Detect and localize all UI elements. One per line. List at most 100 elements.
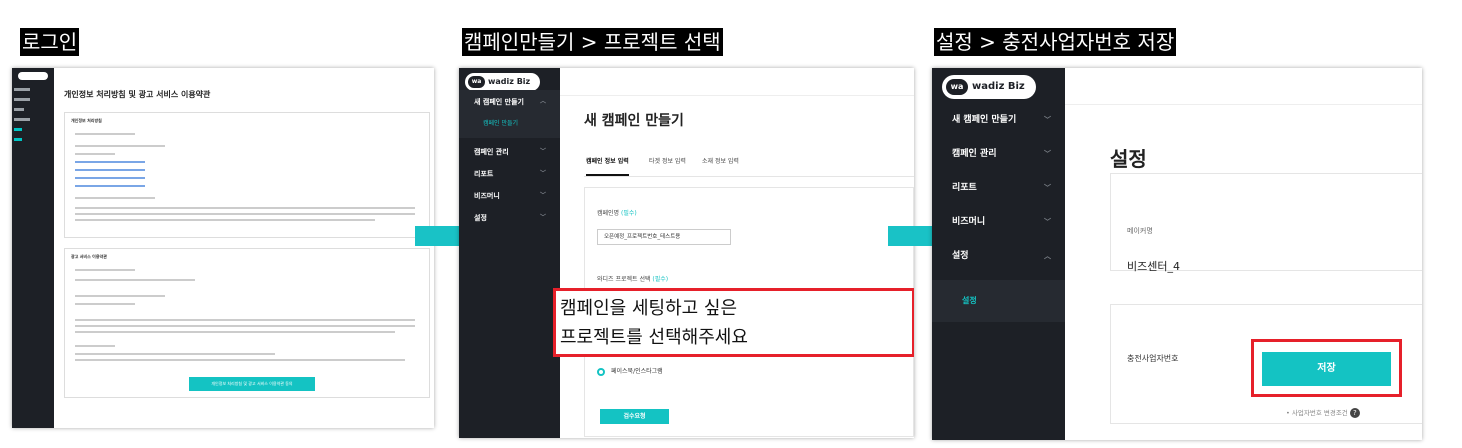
logo-mark: wa bbox=[946, 79, 968, 95]
bizno-label: 충전사업자번호 bbox=[1127, 354, 1179, 363]
step-title-settings: 설정 > 충전사업자번호 저장 bbox=[934, 28, 1177, 56]
sidebar-item-report[interactable]: 리포트 ﹀ bbox=[932, 172, 1065, 204]
privacy-policy-box: 개인정보 처리방침 bbox=[64, 112, 430, 238]
text-line bbox=[75, 213, 415, 215]
sidebar-item-label: 새 캠페인 만들기 bbox=[952, 115, 1017, 125]
tab-target-info[interactable]: 타겟 정보 입력 bbox=[649, 156, 686, 165]
text-line bbox=[75, 197, 155, 199]
sidebar-item-label: 리포트 bbox=[474, 170, 494, 178]
logo bbox=[18, 72, 48, 80]
maker-value: 비즈센터_4 bbox=[1127, 260, 1180, 273]
callout-line: 프로젝트를 선택해주세요 bbox=[560, 327, 748, 348]
sidebar-item[interactable] bbox=[14, 128, 22, 131]
sidebar-item[interactable] bbox=[14, 118, 30, 121]
ad-terms-box: 광고 서비스 이용약관 bbox=[64, 248, 430, 398]
top-bar bbox=[560, 68, 914, 96]
sidebar-item-label: 설정 bbox=[474, 214, 487, 222]
sidebar-subitem-create[interactable]: 캠페인 만들기 bbox=[459, 110, 560, 138]
sidebar-item-label: 새 캠페인 만들기 bbox=[474, 98, 524, 106]
help-icon[interactable]: ? bbox=[1349, 408, 1360, 418]
text-line bbox=[75, 353, 275, 355]
sidebar-item-label: 설정 bbox=[952, 251, 969, 261]
radio-facebook-instagram[interactable] bbox=[597, 368, 605, 376]
label-text: 캠페인명 bbox=[597, 210, 620, 217]
text-line bbox=[75, 219, 375, 221]
logo-mark: wa bbox=[468, 76, 485, 88]
text-line bbox=[75, 319, 415, 321]
sidebar-item-bizmoney[interactable]: 비즈머니 ﹀ bbox=[459, 184, 560, 208]
policy-link[interactable] bbox=[75, 161, 145, 163]
instruction-callout: 캠페인을 세팅하고 싶은 프로젝트를 선택해주세요 bbox=[553, 288, 914, 357]
campaign-name-input[interactable]: 오픈예정_프로젝트번호_테스트용 bbox=[597, 229, 731, 245]
sidebar-item[interactable] bbox=[14, 88, 30, 91]
sidebar-item-settings[interactable]: 설정 ﹀ bbox=[459, 206, 560, 230]
sidebar-item-label: 비즈머니 bbox=[952, 217, 986, 227]
text-line bbox=[75, 145, 165, 147]
text-line bbox=[75, 279, 195, 281]
chevron-down-icon: ﹀ bbox=[539, 170, 546, 177]
maker-card bbox=[1110, 173, 1422, 271]
section-title: 광고 서비스 이용약관 bbox=[71, 254, 107, 259]
policy-link[interactable] bbox=[75, 185, 145, 187]
sidebar-item-create[interactable]: 새 캠페인 만들기 ﹀ bbox=[932, 104, 1065, 136]
text-line bbox=[75, 133, 135, 135]
sidebar bbox=[12, 68, 54, 428]
text-line bbox=[75, 345, 115, 347]
project-select-label: 와디즈 프로젝트 선택 (필수) bbox=[597, 274, 668, 283]
sidebar-item-report[interactable]: 리포트 ﹀ bbox=[459, 162, 560, 186]
chevron-down-icon: ﹀ bbox=[539, 214, 546, 221]
text-line bbox=[75, 331, 395, 333]
sidebar: wa wadiz Biz 새 캠페인 만들기 ︿ 캠페인 만들기 캠페인 관리 ﹀ … bbox=[459, 68, 560, 438]
text-line bbox=[75, 295, 165, 297]
page-title: 설정 bbox=[1110, 147, 1147, 171]
radio-label: 페이스북/인스타그램 bbox=[611, 368, 663, 375]
bizno-change-hint[interactable]: • 사업자번호 변경조건? bbox=[1286, 407, 1360, 418]
policy-link[interactable] bbox=[75, 177, 145, 179]
text-line bbox=[75, 207, 415, 209]
required-tag: (필수) bbox=[621, 210, 637, 217]
sidebar-item-bizmoney[interactable]: 비즈머니 ﹀ bbox=[932, 206, 1065, 238]
chevron-down-icon: ﹀ bbox=[539, 148, 546, 155]
sidebar-item-label: 리포트 bbox=[952, 183, 977, 193]
agree-button[interactable]: 개인정보 처리방침 및 광고 서비스 이용약관 동의 bbox=[189, 377, 315, 391]
hint-text: • 사업자번호 변경조건 bbox=[1286, 409, 1348, 417]
policy-link[interactable] bbox=[75, 169, 145, 171]
campaign-create-screenshot: wa wadiz Biz 새 캠페인 만들기 ︿ 캠페인 만들기 캠페인 관리 ﹀ … bbox=[459, 68, 914, 438]
tab-creative-info[interactable]: 소재 정보 입력 bbox=[702, 156, 739, 165]
required-tag: (필수) bbox=[652, 276, 669, 283]
label-text: 와디즈 프로젝트 선택 bbox=[597, 276, 651, 283]
sidebar-subitem-settings[interactable]: 설정 bbox=[932, 280, 1065, 322]
sidebar-item[interactable] bbox=[14, 98, 30, 101]
text-line bbox=[75, 303, 135, 305]
chevron-down-icon: ﹀ bbox=[1044, 218, 1051, 226]
wadiz-biz-logo[interactable]: wa wadiz Biz bbox=[942, 75, 1036, 99]
section-title: 개인정보 처리방침 bbox=[71, 118, 102, 123]
sidebar-item[interactable] bbox=[14, 138, 22, 141]
chevron-down-icon: ﹀ bbox=[539, 192, 546, 199]
chevron-up-icon: ︿ bbox=[1044, 252, 1051, 260]
text-line bbox=[75, 153, 115, 155]
tab-campaign-info[interactable]: 캠페인 정보 입력 bbox=[586, 156, 629, 176]
page-title: 새 캠페인 만들기 bbox=[584, 113, 684, 129]
sidebar-item-settings[interactable]: 설정 ︿ bbox=[932, 240, 1065, 272]
settings-screenshot: wa wadiz Biz 새 캠페인 만들기 ﹀ 캠페인 관리 ﹀ 리포트 ﹀ 비즈머… bbox=[932, 68, 1422, 440]
review-request-button[interactable]: 검수요청 bbox=[600, 409, 669, 424]
campaign-name-label: 캠페인명 (필수) bbox=[597, 208, 637, 217]
text-line bbox=[75, 325, 415, 327]
chevron-down-icon: ﹀ bbox=[1044, 150, 1051, 158]
sidebar-item[interactable] bbox=[14, 108, 24, 111]
wadiz-biz-logo[interactable]: wa wadiz Biz bbox=[465, 73, 540, 91]
text-line bbox=[75, 359, 405, 361]
tab-divider bbox=[584, 176, 914, 177]
maker-label: 메이커명 bbox=[1127, 227, 1153, 235]
sidebar-item-manage[interactable]: 캠페인 관리 ﹀ bbox=[459, 140, 560, 164]
page-title: 개인정보 처리방침 및 광고 서비스 이용약관 bbox=[64, 90, 211, 99]
step-title-project: 캠페인만들기 > 프로젝트 선택 bbox=[462, 28, 723, 56]
callout-line: 캠페인을 세팅하고 싶은 bbox=[560, 298, 738, 319]
sidebar: wa wadiz Biz 새 캠페인 만들기 ﹀ 캠페인 관리 ﹀ 리포트 ﹀ 비즈머… bbox=[932, 68, 1065, 440]
chevron-down-icon: ﹀ bbox=[1044, 184, 1051, 192]
logo-text: wadiz Biz bbox=[972, 81, 1025, 92]
top-bar bbox=[1065, 68, 1422, 105]
sidebar-item-manage[interactable]: 캠페인 관리 ﹀ bbox=[932, 138, 1065, 170]
chevron-down-icon: ﹀ bbox=[1044, 116, 1051, 124]
